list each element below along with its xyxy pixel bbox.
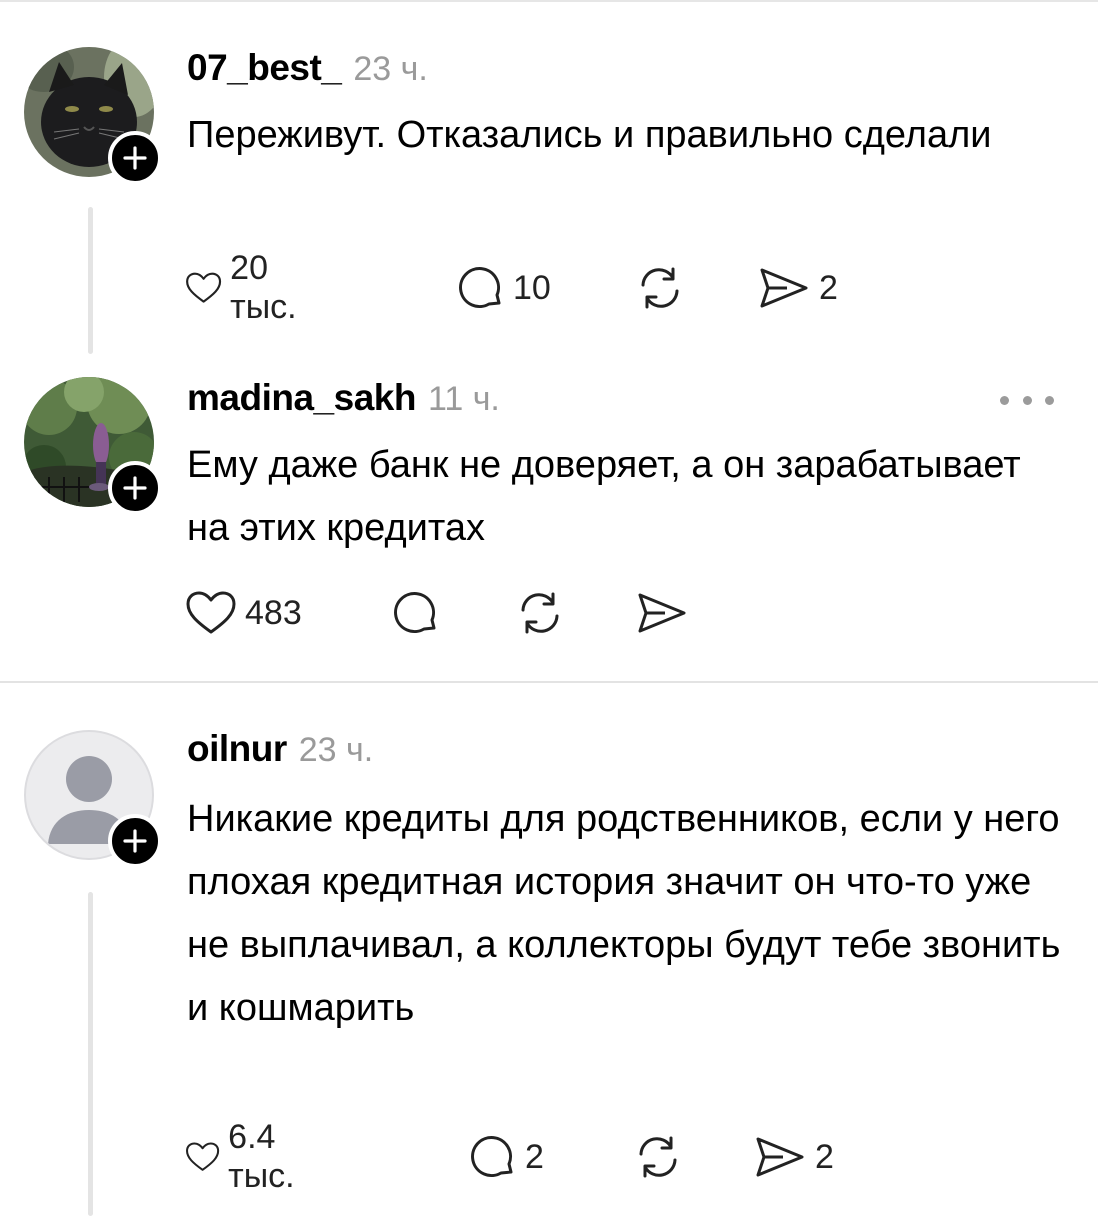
avatar[interactable] — [24, 47, 162, 185]
top-divider — [0, 0, 1098, 2]
timestamp: 23 ч. — [298, 731, 374, 769]
share-count: 2 — [815, 1137, 834, 1176]
comment-header: oilnur 23 ч. — [187, 728, 373, 772]
username[interactable]: oilnur — [187, 728, 287, 770]
repost-button[interactable] — [515, 588, 565, 638]
timestamp: 23 ч. — [353, 50, 428, 88]
follow-plus-icon[interactable] — [108, 461, 162, 515]
reply-count: 2 — [525, 1137, 544, 1176]
like-button[interactable]: 483 — [185, 588, 302, 638]
reply-button[interactable]: 2 — [467, 1132, 544, 1182]
comment-text: Ему даже банк не доверяет, а он зарабаты… — [187, 444, 1021, 549]
reply-button[interactable] — [390, 588, 440, 638]
send-icon — [760, 268, 808, 308]
comment-header: 07_best_ 23 ч. — [187, 47, 428, 91]
share-button[interactable] — [635, 588, 689, 638]
like-count: 20 тыс. — [230, 249, 297, 326]
avatar[interactable] — [24, 730, 162, 868]
repost-icon — [641, 267, 679, 309]
comment-text: Переживут. Отказались и правильно сделал… — [187, 114, 992, 156]
comment-icon — [471, 1136, 513, 1178]
reply-button[interactable]: 10 — [455, 263, 551, 313]
send-icon — [638, 593, 686, 633]
more-options-icon[interactable] — [1000, 390, 1054, 410]
repost-icon — [521, 592, 559, 634]
share-button[interactable]: 2 — [753, 1132, 834, 1182]
follow-plus-icon[interactable] — [108, 131, 162, 185]
timestamp: 11 ч. — [427, 380, 500, 418]
share-button[interactable]: 2 — [757, 263, 838, 313]
thread-line — [88, 892, 93, 1216]
send-icon — [756, 1137, 804, 1177]
like-button[interactable]: 20 тыс. — [185, 249, 311, 326]
like-count: 483 — [245, 593, 302, 632]
repost-button[interactable] — [633, 1132, 683, 1182]
comment-text: Никакие кредиты для родственников, если … — [187, 798, 1061, 1029]
like-button[interactable]: 6.4 тыс. — [185, 1118, 311, 1195]
follow-plus-icon[interactable] — [108, 814, 162, 868]
thread-line — [88, 207, 93, 354]
comment-icon — [459, 267, 501, 309]
share-count: 2 — [819, 268, 838, 307]
heart-icon — [186, 1142, 220, 1171]
reply-count: 10 — [513, 268, 551, 307]
comment-icon — [394, 592, 436, 634]
repost-button[interactable] — [635, 263, 685, 313]
heart-icon — [186, 272, 222, 303]
username[interactable]: madina_sakh — [187, 377, 416, 419]
username[interactable]: 07_best_ — [187, 47, 342, 89]
like-count: 6.4 тыс. — [228, 1118, 295, 1195]
section-divider — [0, 681, 1098, 683]
heart-icon — [186, 591, 236, 634]
comment-header: madina_sakh 11 ч. — [187, 377, 500, 421]
avatar[interactable] — [24, 377, 162, 515]
repost-icon — [639, 1136, 677, 1178]
